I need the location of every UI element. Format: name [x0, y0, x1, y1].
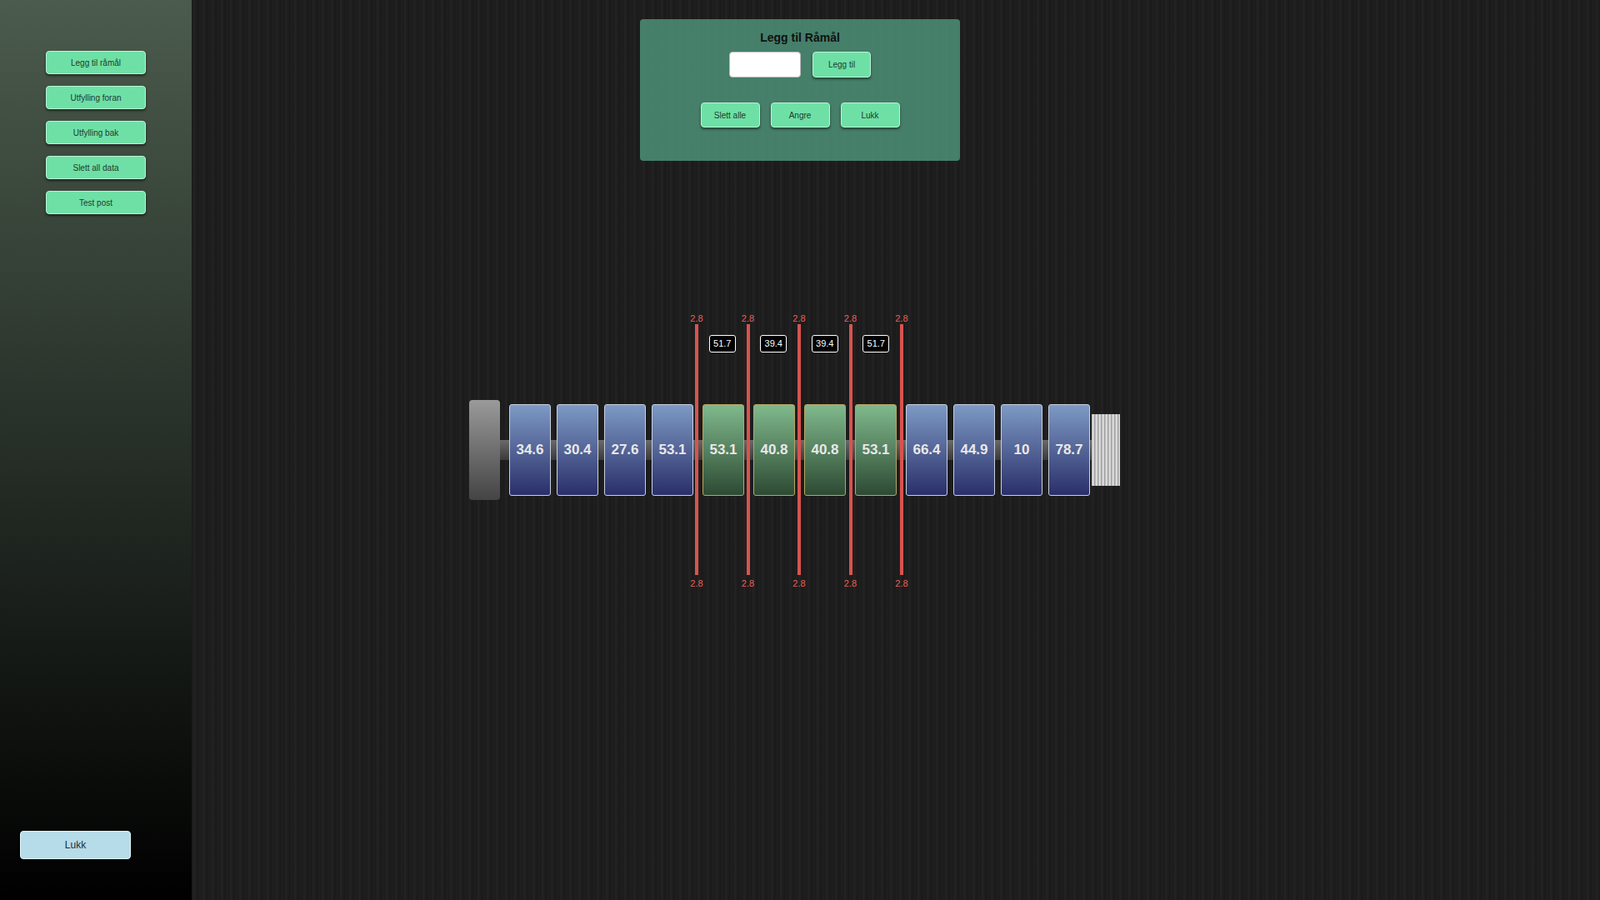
cut-block[interactable]: 40.8 — [753, 404, 795, 496]
add-dialog: Legg til Råmål Legg til Slett alle Angre Luk… — [640, 19, 960, 161]
cut-label-bottom: 2.8 — [889, 576, 915, 591]
raw-block[interactable]: 27.6 — [604, 404, 646, 496]
shaft-knob — [469, 400, 500, 500]
canvas: Legg til Råmål Legg til Slett alle Angre Luk… — [191, 0, 1600, 900]
cut-block[interactable]: 53.1 — [702, 404, 745, 496]
cut-label-bottom: 2.8 — [684, 576, 710, 591]
sidebar-button[interactable]: Test post — [45, 190, 146, 215]
raw-block[interactable]: 78.7 — [1048, 404, 1090, 496]
segment-label: 39.4 — [811, 335, 839, 353]
raw-block[interactable]: 30.4 — [556, 404, 599, 496]
cut-line — [695, 324, 699, 575]
cut-label-top: 2.8 — [889, 311, 915, 326]
cut-label-bottom: 2.8 — [735, 576, 761, 591]
raw-block[interactable]: 44.9 — [953, 404, 995, 496]
close-button[interactable]: Lukk — [20, 830, 131, 860]
dialog-button[interactable]: Angre — [770, 102, 830, 128]
cut-label-top: 2.8 — [735, 311, 761, 326]
length-input[interactable] — [729, 51, 801, 78]
sidebar-button[interactable]: Utfylling bak — [45, 120, 146, 145]
sidebar-button[interactable]: Utfylling foran — [45, 85, 146, 110]
dialog-button[interactable]: Slett alle — [700, 102, 760, 128]
segment-label: 39.4 — [760, 335, 787, 353]
sidebar-button[interactable]: Slett all data — [45, 155, 146, 180]
raw-block[interactable]: 10 — [1000, 404, 1043, 496]
raw-block[interactable]: 34.6 — [509, 404, 551, 496]
cut-label-bottom: 2.8 — [786, 576, 812, 591]
shaft-thread — [1091, 414, 1120, 486]
app: Legg til råmål Utfylling foran Utfylling b… — [0, 0, 1600, 900]
cut-label-top: 2.8 — [838, 311, 864, 326]
cut-line — [746, 324, 750, 575]
add-button[interactable]: Legg til — [812, 51, 871, 78]
dialog-button[interactable]: Lukk — [840, 102, 900, 128]
cut-block[interactable]: 53.1 — [855, 404, 897, 496]
cut-block[interactable]: 40.8 — [804, 404, 846, 496]
cut-label-top: 2.8 — [684, 311, 710, 326]
sidebar-button[interactable]: Legg til råmål — [45, 50, 146, 75]
cut-line — [797, 324, 801, 575]
cut-line — [900, 324, 904, 575]
raw-block[interactable]: 53.1 — [651, 404, 694, 496]
segment-label: 51.7 — [862, 335, 890, 353]
shaft: 34.630.427.653.153.140.840.853.166.444.9… — [469, 400, 1120, 500]
sidebar: Legg til råmål Utfylling foran Utfylling b… — [0, 0, 192, 900]
cut-label-bottom: 2.8 — [838, 576, 864, 591]
dialog-title: Legg til Råmål — [760, 29, 840, 47]
cut-line — [849, 324, 853, 575]
segment-label: 51.7 — [709, 335, 736, 353]
cut-label-top: 2.8 — [786, 311, 812, 326]
raw-block[interactable]: 66.4 — [905, 404, 948, 496]
